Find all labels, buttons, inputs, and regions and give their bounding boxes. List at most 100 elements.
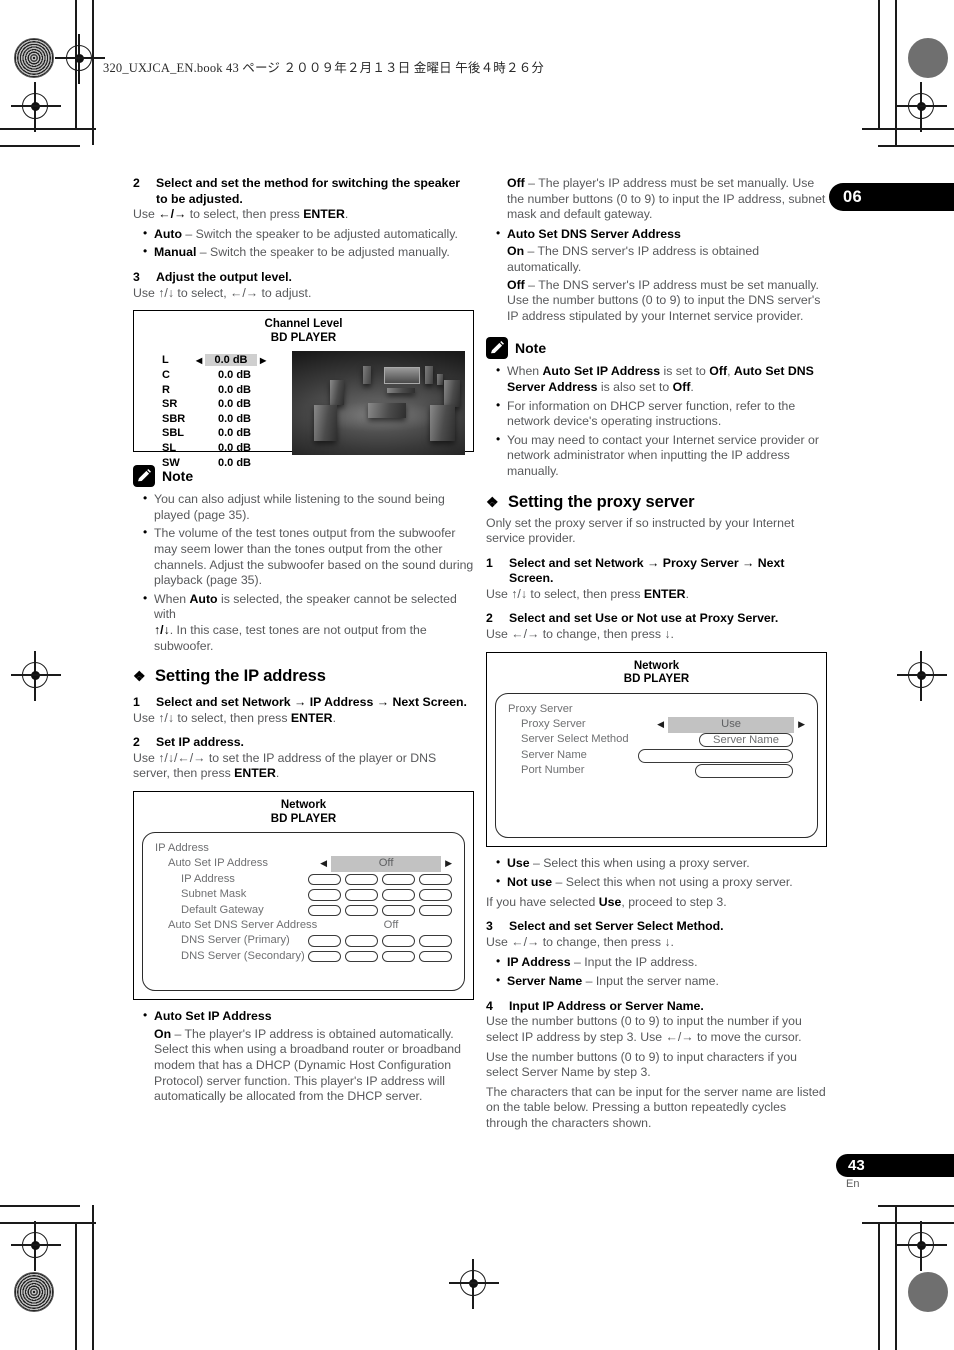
channel-row-sbr[interactable]: SBR ◀ 0.0 dB ▶ (142, 412, 292, 427)
ip-octet-field[interactable] (382, 889, 415, 901)
osd-row-server-name[interactable]: Server Name (508, 748, 805, 763)
ip-octet-field[interactable] (308, 904, 341, 917)
ip-octet-field[interactable] (308, 935, 341, 947)
registration-mark-bottom-left (11, 1221, 61, 1271)
pencil-icon (486, 337, 508, 360)
ip-octet-field[interactable] (419, 904, 452, 917)
note-text: , (727, 364, 734, 379)
right-arrow-icon[interactable]: ▶ (260, 356, 266, 365)
channel-row-sbl[interactable]: SBL ◀ 0.0 dB ▶ (142, 426, 292, 441)
trim-mark-top-right-h2 (878, 145, 954, 147)
osd-row-default-gateway[interactable]: Default Gateway (155, 903, 452, 918)
option-desc: – Switch the speaker to be adjusted auto… (182, 226, 458, 241)
server-name-input[interactable] (638, 748, 793, 763)
osd-select-control[interactable]: ◀ Use ▶ (657, 717, 805, 733)
ip-octet-fields[interactable] (308, 889, 452, 901)
osd-row-subnet-mask[interactable]: Subnet Mask (155, 887, 452, 902)
osd-row-proxy-server[interactable]: Proxy Server ◀ Use ▶ (508, 717, 805, 733)
step-title: Select and set Network → Proxy Server → … (509, 555, 785, 586)
port-number-input[interactable] (695, 763, 793, 778)
ip-octet-field[interactable] (419, 950, 452, 963)
osd-row-value: Off (383, 919, 399, 932)
osd-select-control[interactable]: ◀ Off ▶ (320, 856, 452, 872)
option-term: IP Address (507, 954, 571, 969)
ip-octet-field[interactable] (382, 873, 415, 886)
option-desc: – Input the server name. (582, 974, 719, 989)
channel-value-control[interactable]: ◀ 0.0 dB ▶ (196, 354, 266, 367)
osd-row-auto-set-dns[interactable]: Auto Set DNS Server Address Off (155, 918, 452, 933)
osd-row-port-number[interactable]: Port Number (508, 763, 805, 778)
channel-row-l[interactable]: L ◀ 0.0 dB ▶ (142, 353, 292, 368)
osd-row-dns-primary[interactable]: DNS Server (Primary) (155, 933, 452, 948)
ip-octet-field[interactable] (382, 904, 415, 917)
off-desc: – The DNS server's IP address must be se… (507, 277, 821, 323)
trim-mark-top-right-h (862, 128, 954, 130)
ip-octet-field[interactable] (308, 950, 341, 963)
ip-step-1: 1 Select and set Network → IP Address → N… (133, 695, 474, 711)
ip-octet-field[interactable] (345, 873, 378, 886)
step-2-switching-method: 2 Select and set the method for switching… (133, 176, 474, 207)
channel-row-sl[interactable]: SL ◀ 0.0 dB ▶ (142, 441, 292, 456)
proxy-step-1: 1 Select and set Network → Proxy Server →… (486, 556, 827, 587)
ip-octet-field[interactable] (382, 950, 415, 963)
registration-mark-top-right (897, 82, 947, 132)
ip-octet-fields[interactable] (308, 950, 452, 963)
osd-row-server-select-method[interactable]: Server Select Method Server Name (508, 732, 805, 748)
osd-row-dns-secondary[interactable]: DNS Server (Secondary) (155, 949, 452, 964)
osd-row-ip-address[interactable]: IP Address (155, 872, 452, 887)
ip-octet-field[interactable] (419, 873, 452, 886)
option-desc: – Select this when not using a proxy ser… (552, 875, 793, 890)
osd-row-value[interactable]: Server Name (699, 733, 793, 748)
ip-octet-field[interactable] (419, 935, 452, 947)
ip-octet-fields[interactable] (308, 904, 452, 917)
step-2-options-list: Auto – Switch the speaker to be adjusted… (133, 226, 474, 261)
density-patch-top-right (908, 38, 948, 78)
ip-octet-fields[interactable] (308, 935, 452, 947)
list-item: For information on DHCP server function,… (496, 398, 827, 430)
ip-octet-field[interactable] (419, 889, 452, 901)
ip-octet-field[interactable] (382, 935, 415, 947)
osd-row-auto-set-ip[interactable]: Auto Set IP Address ◀ Off ▶ (155, 856, 452, 872)
density-patch-bottom-left (14, 1272, 54, 1312)
ip-octet-field[interactable] (345, 904, 378, 917)
on-term: On (154, 1026, 172, 1041)
option-term: Auto Set DNS Server Address (507, 226, 681, 241)
note-text: . (690, 379, 694, 394)
right-arrow-icon[interactable]: ▶ (445, 856, 452, 871)
proxy-step-4-para-3: The characters that can be input for the… (486, 1084, 826, 1130)
left-arrow-icon[interactable]: ◀ (320, 856, 327, 871)
channel-row-r[interactable]: R ◀ 0.0 dB ▶ (142, 382, 292, 397)
auto-set-dns-off-description: Off – The DNS server's IP address must b… (486, 278, 827, 325)
osd-row-label: Auto Set IP Address (168, 857, 268, 870)
osd-title: Network BD PLAYER (495, 660, 818, 687)
channel-value: 0.0 dB (217, 398, 251, 411)
osd-title-text: Channel Level (264, 318, 343, 331)
flower-bullet-icon: ❖ (486, 493, 499, 510)
note-header: Note (133, 465, 474, 488)
ip-octet-field[interactable] (308, 873, 341, 886)
ip-octet-fields[interactable] (308, 873, 452, 886)
use-word: Use (133, 207, 159, 222)
channel-row-sr[interactable]: SR ◀ 0.0 dB ▶ (142, 397, 292, 412)
osd-row-label: Default Gateway (181, 903, 264, 916)
enter-key-label: ENTER (303, 207, 345, 222)
auto-set-ip-term: Auto Set IP Address (542, 364, 661, 379)
ip-octet-field[interactable] (345, 889, 378, 901)
right-arrow-icon[interactable]: ▶ (798, 717, 805, 732)
registration-mark-bottom-center (449, 1259, 499, 1309)
ip-octet-field[interactable] (308, 889, 341, 901)
osd-row-label: Port Number (521, 764, 585, 777)
left-arrow-icon[interactable]: ◀ (657, 717, 664, 732)
instruction-text: Use ↑/↓/←/→ to set the IP address of the… (133, 750, 437, 781)
left-arrow-icon[interactable]: ◀ (196, 356, 202, 365)
use-term: Use (598, 894, 622, 909)
proxy-osd-panel: Proxy Server Proxy Server ◀ Use ▶ Server… (495, 692, 818, 838)
step-number: 4 (486, 998, 493, 1013)
osd-title-text: Network (280, 799, 327, 812)
ip-octet-field[interactable] (345, 935, 378, 947)
auto-set-dns-list: Auto Set DNS Server Address (486, 226, 827, 243)
channel-row-c[interactable]: C ◀ 0.0 dB ▶ (142, 368, 292, 383)
ip-octet-field[interactable] (345, 950, 378, 963)
list-item: You may need to contact your Internet se… (496, 432, 827, 480)
channel-value-control: ◀ 0.0 dB ▶ (196, 442, 260, 454)
